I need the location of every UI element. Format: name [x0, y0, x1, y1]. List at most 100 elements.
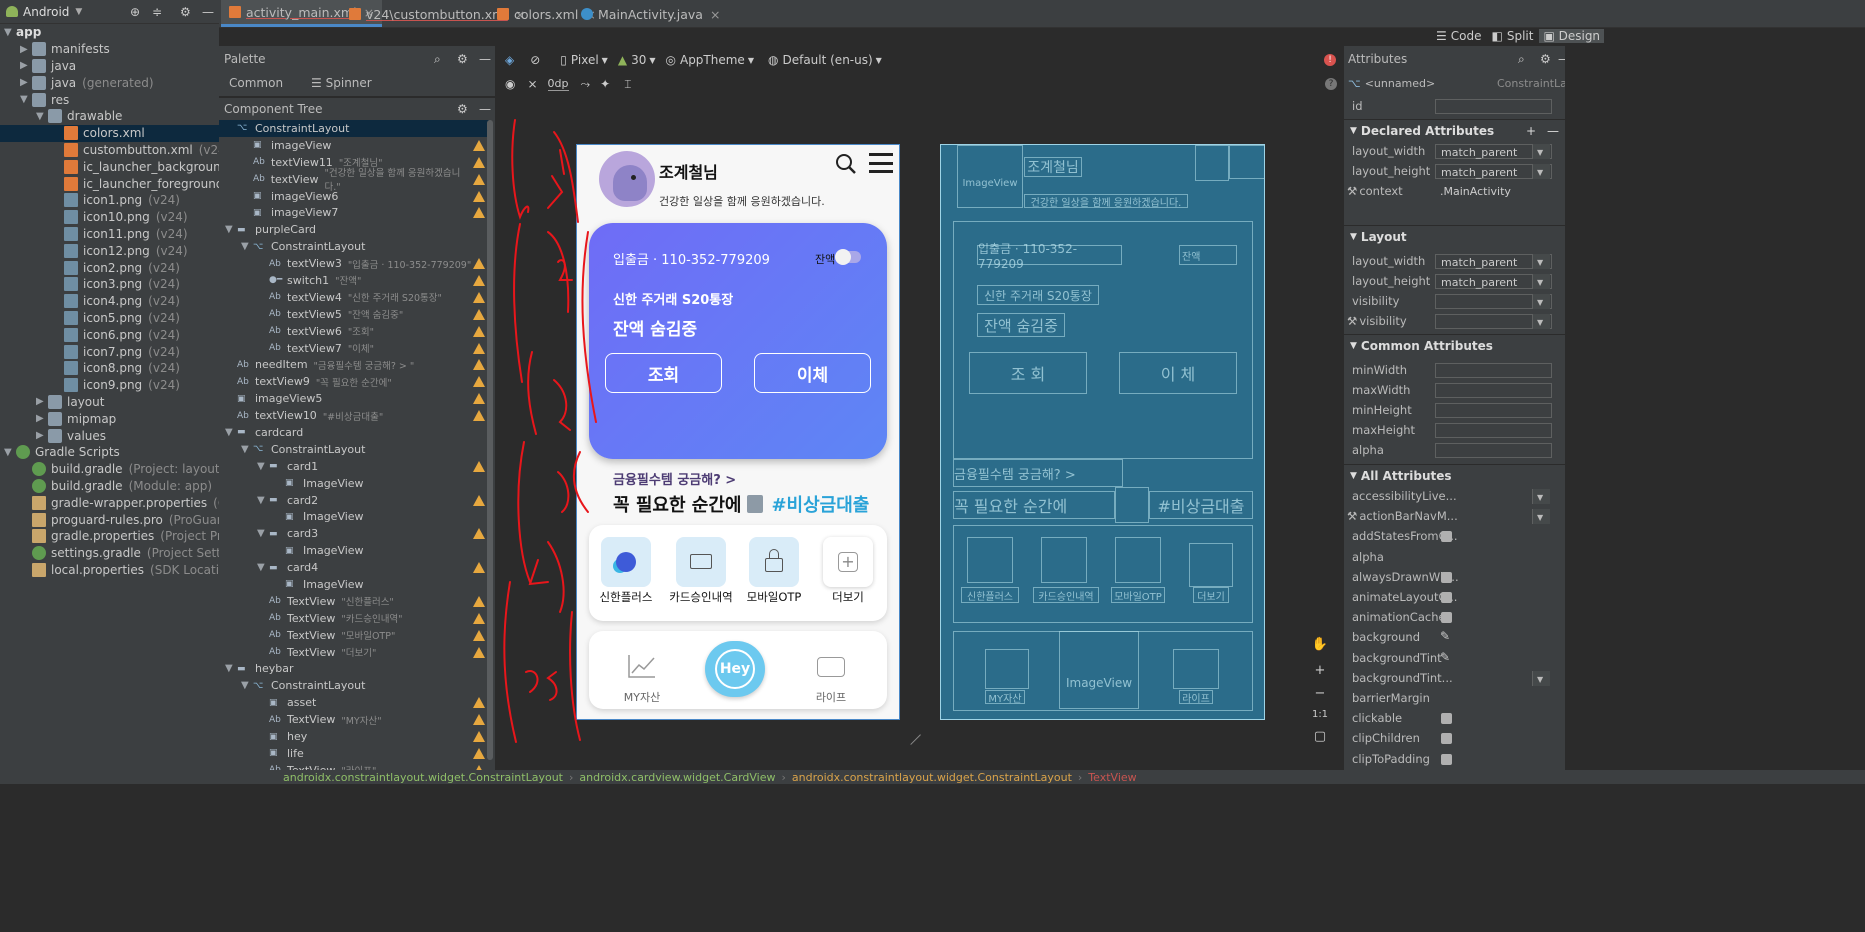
warning-icon[interactable]	[473, 376, 485, 388]
collapse-icon[interactable]: ≑	[152, 5, 162, 19]
warning-icon[interactable]	[473, 139, 485, 151]
component-tree-row[interactable]: ●━ switch1 "잔액"	[219, 272, 489, 289]
warning-icon[interactable]	[473, 629, 485, 641]
expand-arrow-icon[interactable]: ▼	[4, 27, 16, 38]
warning-icon[interactable]	[473, 393, 485, 405]
view-mode-select[interactable]: Android	[23, 5, 69, 19]
component-tree-row[interactable]: ▼ ▬ card1	[219, 458, 489, 475]
attr-toggle[interactable]	[1441, 531, 1452, 543]
sofa-icon[interactable]	[817, 657, 845, 677]
breadcrumb-item-cardview[interactable]: androidx.cardview.widget.CardView	[579, 771, 775, 784]
project-tree-item[interactable]: custombutton.xml (v24)	[0, 142, 219, 159]
search-icon[interactable]: ⌕	[1518, 52, 1525, 67]
quick-item-card-approval[interactable]	[676, 537, 726, 587]
component-tree-row[interactable]: ▼ ▬ card3	[219, 525, 489, 542]
component-tree-row[interactable]: Ab textView9 "꼭 필요한 순간에"	[219, 373, 489, 390]
pan-icon[interactable]: ✋	[1308, 632, 1332, 658]
component-tree-row[interactable]: ▼ ▬ purpleCard	[219, 221, 489, 238]
attr-toggle[interactable]	[1441, 592, 1452, 603]
project-root[interactable]: ▼ app	[0, 24, 219, 41]
help-icon[interactable]: ?	[1325, 78, 1337, 90]
theme-select[interactable]: AppTheme	[680, 53, 745, 67]
target-icon[interactable]: ⊕	[130, 5, 140, 19]
chevron-down-icon[interactable]: ▼	[1532, 254, 1550, 269]
chevron-down-icon[interactable]: ▼	[1532, 294, 1550, 309]
warning-icon[interactable]	[473, 410, 485, 422]
chart-icon[interactable]	[627, 653, 657, 679]
warning-icon[interactable]	[473, 325, 485, 337]
component-tree-row[interactable]: ▼ ⌥ ConstraintLayout	[219, 441, 489, 458]
component-tree-row[interactable]: Ab textView5 "잔액 숨김중"	[219, 306, 489, 323]
component-tree-row[interactable]: ▣ ImageView	[219, 508, 489, 525]
gear-icon[interactable]: ⚙	[457, 52, 468, 66]
need-item-link[interactable]: 금융필수템 궁금해? >	[613, 469, 736, 488]
attr-toggle[interactable]	[1441, 612, 1452, 624]
warning-icon[interactable]	[473, 275, 485, 287]
project-tree-item[interactable]: ▶ layout	[0, 394, 219, 411]
project-tree-item[interactable]: icon4.png (v24)	[0, 293, 219, 310]
breadcrumb-item-textview[interactable]: TextView	[1088, 771, 1136, 784]
expand-arrow-icon[interactable]: ▼	[36, 111, 48, 122]
zoom-in-icon[interactable]: +	[1308, 658, 1332, 684]
view-split-button[interactable]: Split	[1507, 29, 1534, 43]
add-icon[interactable]: +	[1526, 124, 1536, 138]
project-tree-item[interactable]: ic_launcher_background.xml	[0, 158, 219, 175]
attr-toggle[interactable]	[1441, 571, 1452, 583]
chevron-down-icon[interactable]: ▼	[1532, 509, 1550, 525]
search-icon[interactable]	[835, 153, 857, 175]
search-icon[interactable]: ⌕	[434, 52, 441, 67]
infer-constraints-icon[interactable]: ✦	[600, 77, 610, 91]
zoom-ratio[interactable]: 1:1	[1308, 704, 1332, 726]
component-tree-row[interactable]: ▣ life	[219, 745, 489, 762]
attr-value-field[interactable]	[1435, 363, 1552, 378]
tab-mainactivity[interactable]: MainActivity.java ×	[573, 0, 728, 28]
component-tree-row[interactable]: ▼ ▬ heybar	[219, 661, 489, 678]
chevron-down-icon[interactable]: ▼	[1532, 274, 1550, 289]
component-tree-row[interactable]: ▣ imageView7	[219, 204, 489, 221]
attr-id-input[interactable]	[1435, 99, 1552, 114]
palette-item-spinner[interactable]: ☰ Spinner	[311, 76, 372, 90]
expand-arrow-icon[interactable]: ▼	[4, 447, 16, 458]
gear-icon[interactable]: ⚙	[180, 5, 191, 19]
component-tree-row[interactable]: ▼ ▬ cardcard	[219, 424, 489, 441]
project-tree-item[interactable]: icon6.png (v24)	[0, 326, 219, 343]
view-code-button[interactable]: Code	[1451, 29, 1482, 43]
expand-arrow-icon[interactable]: ▶	[36, 396, 48, 407]
warning-icon[interactable]	[473, 308, 485, 320]
project-tree-item[interactable]: icon3.png (v24)	[0, 276, 219, 293]
attr-value-field[interactable]	[1435, 383, 1552, 398]
expand-arrow-icon[interactable]: ▼	[225, 663, 237, 674]
component-tree-row[interactable]: ▼ ▬ card2	[219, 492, 489, 509]
component-tree-row[interactable]: ▼ ⌥ ConstraintLayout	[219, 238, 489, 255]
project-tree-item[interactable]: icon7.png (v24)	[0, 343, 219, 360]
warning-icon[interactable]	[473, 697, 485, 709]
warning-icon[interactable]	[473, 207, 485, 219]
project-tree-item[interactable]: gradle-wrapper.properties(Gradle Versio	[0, 494, 219, 511]
all-attributes-section[interactable]: ▼ All Attributes	[1344, 464, 1565, 486]
warning-icon[interactable]	[473, 714, 485, 726]
project-tree-item[interactable]: ▼ Gradle Scripts	[0, 444, 219, 461]
device-select[interactable]: Pixel	[571, 53, 599, 67]
warning-icon[interactable]	[473, 646, 485, 658]
warning-icon[interactable]	[473, 173, 485, 185]
transfer-button[interactable]: 이체	[754, 353, 871, 393]
chevron-down-icon[interactable]: ▼	[1532, 164, 1550, 179]
warning-icon[interactable]	[473, 258, 485, 270]
warning-icon[interactable]	[473, 595, 485, 607]
resize-handle-icon[interactable]	[901, 725, 921, 745]
clear-constraints-icon[interactable]: ⤳	[581, 77, 591, 92]
quick-item-mobile-otp[interactable]	[749, 537, 799, 587]
component-tree-row[interactable]: ▣ hey	[219, 728, 489, 745]
expand-arrow-icon[interactable]: ▼	[257, 495, 269, 506]
view-design-button[interactable]: ▣ Design	[1539, 29, 1605, 43]
expand-arrow-icon[interactable]: ▼	[257, 461, 269, 472]
component-tree-row[interactable]: Ab TextView "신한플러스"	[219, 593, 489, 610]
warning-icon[interactable]	[473, 494, 485, 506]
component-tree-row[interactable]: ▣ ImageView	[219, 475, 489, 492]
default-margin-field[interactable]: 0dp	[547, 77, 569, 91]
project-tree-item[interactable]: icon11.png (v24)	[0, 226, 219, 243]
blueprint-preview[interactable]: ImageView 조계철님 건강한 일상을 함께 응원하겠습니다. 입출금 ·…	[940, 144, 1265, 720]
warning-icon[interactable]	[473, 342, 485, 354]
expand-arrow-icon[interactable]: ▼	[241, 680, 253, 691]
close-icon[interactable]: ×	[710, 7, 720, 22]
